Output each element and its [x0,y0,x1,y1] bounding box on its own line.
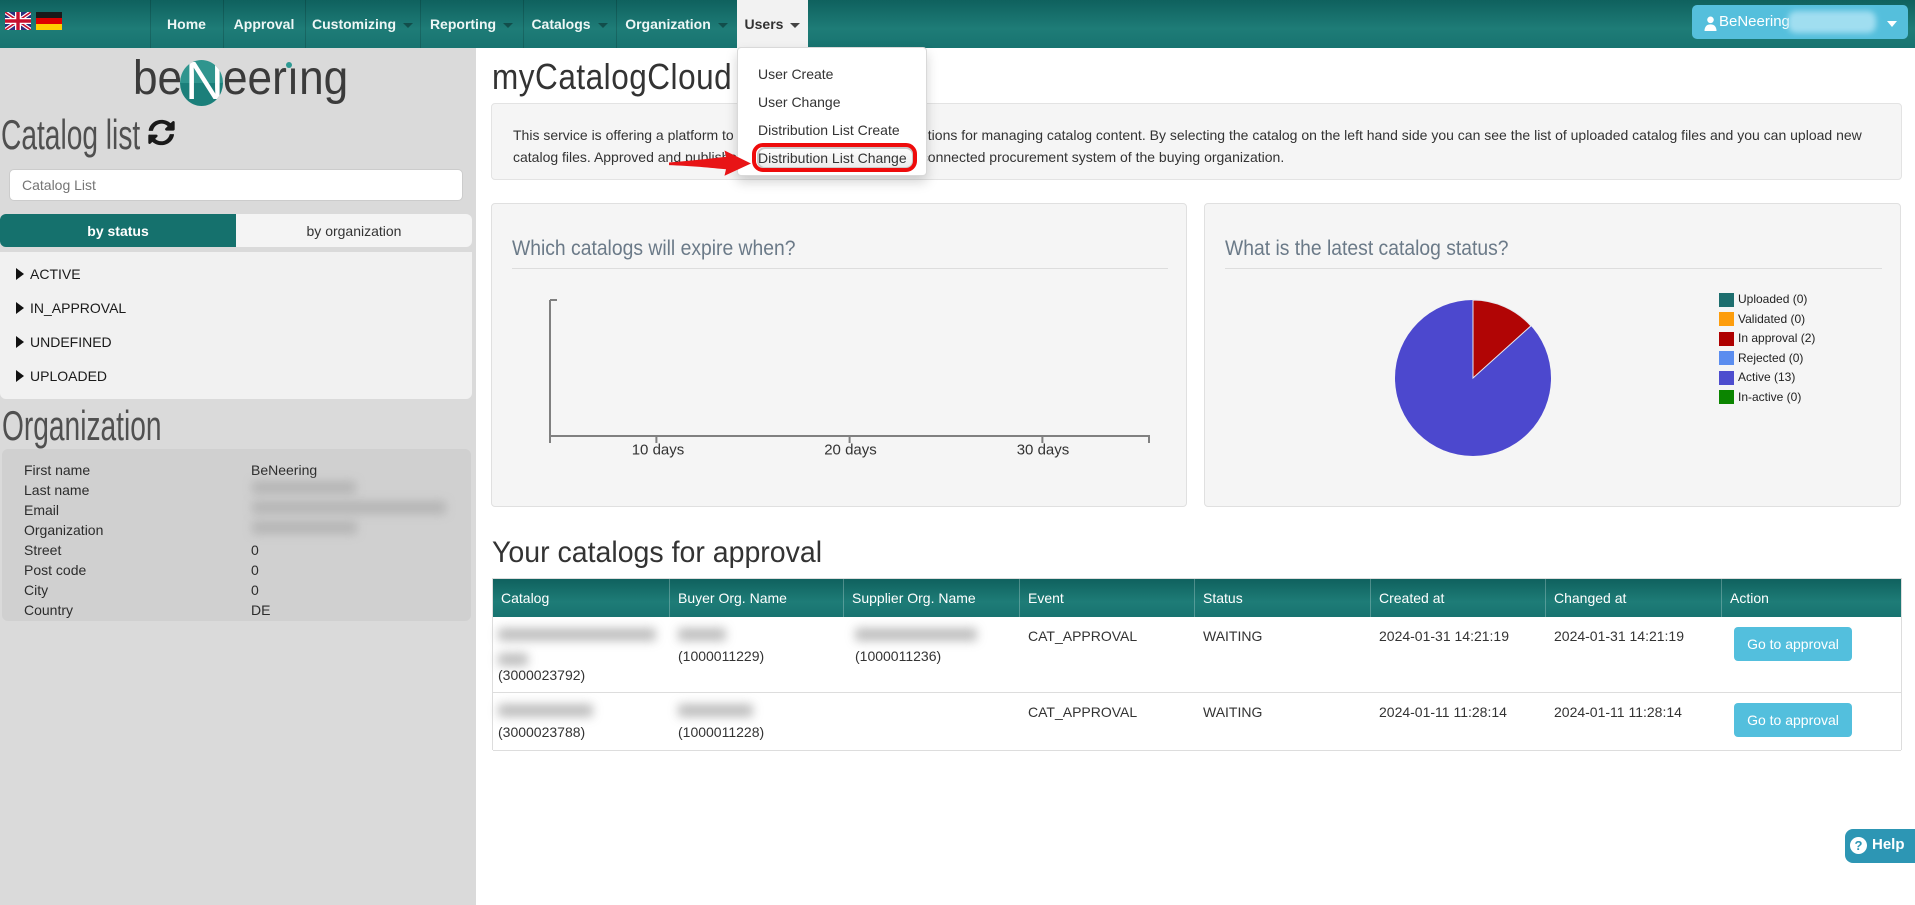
svg-text:30 days: 30 days [1017,441,1070,458]
svg-text:20 days: 20 days [824,441,877,458]
svg-text:10 days: 10 days [632,441,685,458]
